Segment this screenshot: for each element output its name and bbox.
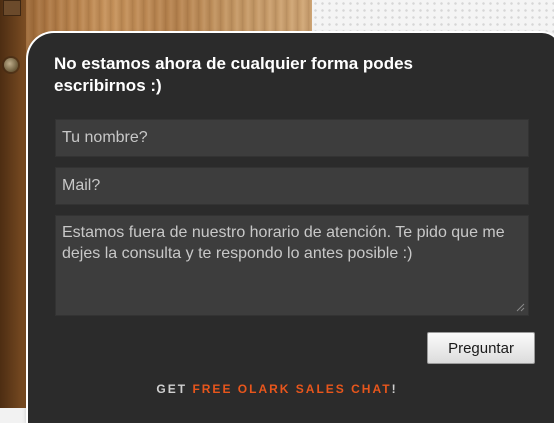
background-corner-tab: [3, 0, 21, 16]
footer-suffix: !: [391, 382, 398, 396]
olark-link[interactable]: FREE OLARK SALES CHAT: [192, 382, 391, 396]
name-input[interactable]: Tu nombre?: [55, 119, 529, 157]
message-textarea[interactable]: Estamos fuera de nuestro horario de aten…: [55, 215, 529, 316]
name-input-placeholder: Tu nombre?: [62, 129, 148, 146]
chat-offline-title: No estamos ahora de cualquier forma pode…: [54, 54, 413, 95]
footer-prefix: GET: [156, 382, 193, 396]
nail-icon: [4, 58, 18, 72]
submit-button[interactable]: Preguntar: [427, 332, 535, 364]
email-input[interactable]: Mail?: [55, 167, 529, 205]
message-text: Estamos fuera de nuestro horario de aten…: [62, 224, 510, 262]
resize-handle-icon[interactable]: [516, 303, 525, 312]
footer-promo: GET FREE OLARK SALES CHAT!: [0, 382, 554, 396]
email-input-placeholder: Mail?: [62, 177, 101, 194]
